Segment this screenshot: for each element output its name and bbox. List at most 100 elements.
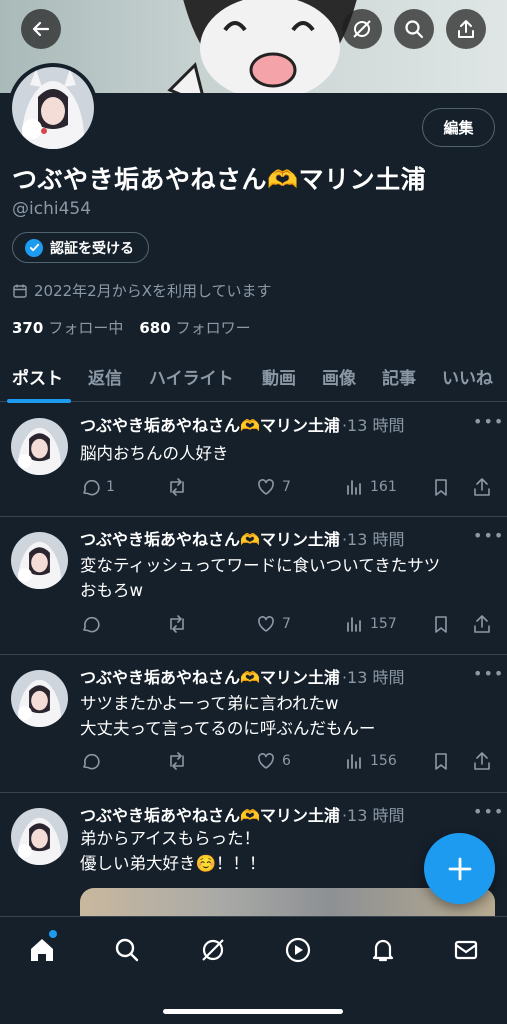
more-options-icon[interactable]: ••• [473, 664, 504, 683]
avatar-image [12, 67, 94, 149]
grok-icon [353, 20, 371, 38]
post-author-name[interactable]: つぶやき垢あやねさん🫶マリン土浦 [80, 412, 340, 436]
post-timestamp[interactable]: ·13 時間 [342, 664, 405, 688]
video-play-icon [285, 937, 311, 963]
view-count: 161 [370, 479, 397, 495]
like-button[interactable]: 7 [256, 614, 291, 634]
search-button[interactable] [394, 9, 434, 49]
tab-likes[interactable]: いいね [442, 364, 493, 389]
post-timestamp[interactable]: ·13 時間 [342, 802, 405, 826]
post-text-line: おもろw [80, 581, 143, 600]
profile-avatar[interactable] [8, 63, 98, 153]
tab-highlights[interactable]: ハイライト [149, 364, 234, 389]
share-post-icon [474, 478, 490, 496]
nav-grok[interactable] [198, 935, 228, 965]
like-button[interactable]: 7 [256, 477, 291, 497]
nav-messages[interactable] [451, 935, 481, 965]
views-button[interactable]: 161 [344, 477, 397, 497]
post-author-name[interactable]: つぶやき垢あやねさん🫶マリン土浦 [80, 802, 340, 826]
following-count: 370 [12, 319, 44, 337]
like-count: 7 [282, 479, 291, 495]
back-button[interactable] [21, 9, 61, 49]
tab-images[interactable]: 画像 [322, 364, 356, 389]
post-avatar[interactable] [11, 670, 68, 727]
share-icon [458, 20, 474, 38]
post-text-line: 変なティッシュってワードに食いついてきたサツ [80, 556, 441, 575]
bookmark-button[interactable] [431, 477, 451, 497]
nav-search[interactable] [112, 935, 142, 965]
reply-icon [83, 616, 100, 633]
views-button[interactable]: 156 [344, 751, 397, 771]
bookmark-icon [435, 616, 447, 633]
plus-icon [448, 857, 471, 880]
get-verified-button[interactable]: 認証を受ける [12, 232, 149, 263]
post[interactable]: つぶやき垢あやねさん🫶マリン土浦 ·13 時間 ••• 脳内おちんの人好き 1 … [0, 404, 507, 517]
bookmark-button[interactable] [431, 751, 451, 771]
post-timestamp[interactable]: ·13 時間 [342, 412, 405, 436]
like-button[interactable]: 6 [256, 751, 291, 771]
back-arrow-icon [32, 21, 50, 37]
tab-posts[interactable]: ポスト [12, 364, 63, 389]
post-timestamp[interactable]: ·13 時間 [342, 526, 405, 550]
home-icon [31, 939, 53, 961]
more-options-icon[interactable]: ••• [473, 802, 504, 821]
mail-icon [454, 940, 478, 960]
joined-text: 2022年2月からXを利用しています [34, 282, 272, 300]
post[interactable]: つぶやき垢あやねさん🫶マリン土浦 ·13 時間 ••• 変なティッシュってワード… [0, 518, 507, 655]
nav-video[interactable] [283, 935, 313, 965]
following-link[interactable]: 370 フォロー中 [12, 317, 123, 338]
share-post-button[interactable] [472, 751, 492, 771]
post-author-name[interactable]: つぶやき垢あやねさん🫶マリン土浦 [80, 526, 340, 550]
following-label: フォロー中 [48, 319, 124, 337]
reply-button[interactable] [80, 751, 100, 771]
get-verified-label: 認証を受ける [50, 240, 134, 257]
nav-home[interactable] [27, 935, 57, 965]
post-author-name[interactable]: つぶやき垢あやねさん🫶マリン土浦 [80, 664, 340, 688]
nav-notifications[interactable] [368, 935, 398, 965]
post-text-line: 大丈夫って言ってるのに呼ぶんだもんー [80, 719, 376, 738]
post-avatar[interactable] [11, 532, 68, 589]
share-button[interactable] [446, 9, 486, 49]
share-post-icon [474, 752, 490, 770]
repost-icon [170, 478, 184, 496]
bookmark-button[interactable] [431, 614, 451, 634]
heart-icon [258, 753, 274, 769]
grok-button[interactable] [342, 9, 382, 49]
search-icon [115, 938, 139, 962]
heart-icon [258, 616, 274, 632]
tab-articles[interactable]: 記事 [382, 364, 416, 389]
more-options-icon[interactable]: ••• [473, 526, 504, 545]
post-actions: 7 157 [80, 614, 495, 636]
post-avatar[interactable] [11, 418, 68, 475]
followers-link[interactable]: 680 フォロワー [139, 317, 250, 338]
home-indicator [163, 1009, 343, 1014]
share-post-button[interactable] [472, 477, 492, 497]
like-count: 7 [282, 616, 291, 632]
edit-profile-button[interactable]: 編集 [422, 108, 495, 147]
share-post-button[interactable] [472, 614, 492, 634]
post-avatar[interactable] [11, 808, 68, 865]
reply-icon [83, 479, 100, 496]
reply-button[interactable] [80, 614, 100, 634]
heart-icon [258, 479, 274, 495]
profile-display-name: つぶやき垢あやねさん🫶マリン土浦 [12, 165, 427, 194]
post-header: つぶやき垢あやねさん🫶マリン土浦 ·13 時間 [80, 412, 404, 436]
active-tab-indicator [7, 399, 71, 403]
reply-button[interactable]: 1 [80, 477, 115, 497]
repost-button[interactable] [166, 614, 188, 634]
post-text: サツまたかよーって弟に言われたw 大丈夫って言ってるのに呼ぶんだもんー [80, 691, 375, 741]
repost-button[interactable] [166, 477, 188, 497]
repost-button[interactable] [166, 751, 188, 771]
tab-videos[interactable]: 動画 [262, 364, 296, 389]
profile-tabs: ポスト 返信 ハイライト 動画 画像 記事 いいね [0, 354, 507, 403]
reply-icon [83, 753, 100, 770]
views-button[interactable]: 157 [344, 614, 397, 634]
verified-badge-icon [25, 238, 43, 257]
compose-post-button[interactable] [424, 833, 495, 904]
tab-replies[interactable]: 返信 [88, 364, 122, 389]
more-options-icon[interactable]: ••• [473, 412, 504, 431]
bookmark-icon [435, 479, 447, 496]
views-chart-icon [347, 617, 361, 632]
bottom-navigation [0, 916, 507, 1024]
post[interactable]: つぶやき垢あやねさん🫶マリン土浦 ·13 時間 ••• サツまたかよーって弟に言… [0, 656, 507, 793]
